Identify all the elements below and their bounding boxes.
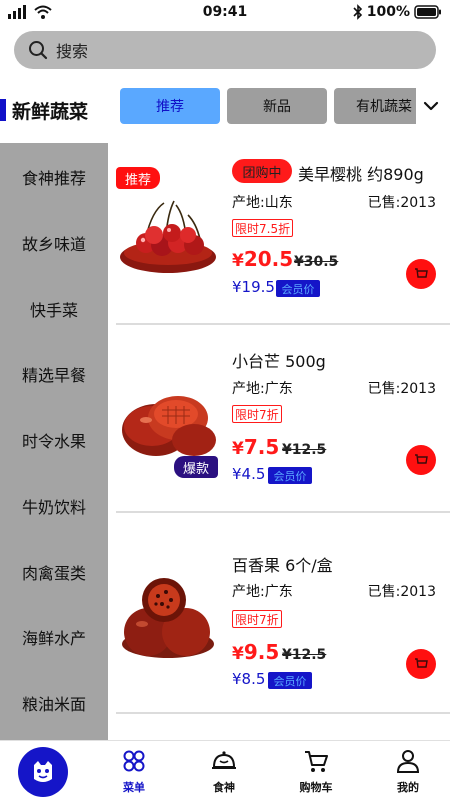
price-value: 20.5 [243, 247, 294, 271]
price-value: 7.5 [243, 435, 280, 459]
product-name[interactable]: 百香果 6个/盒 [232, 552, 333, 576]
nav-menu[interactable]: 菜单 [104, 749, 164, 795]
member-price: ¥4.5 [232, 465, 266, 483]
member-price: ¥19.5 [232, 278, 275, 296]
original-price: ¥12.5 [282, 442, 327, 458]
product-price: ¥20.5 [232, 247, 293, 271]
product-origin: 产地:广东 [232, 584, 293, 600]
sidebar-item-quick-dishes[interactable]: 快手菜 [0, 289, 108, 329]
sidebar-item-chef-picks[interactable]: 食神推荐 [0, 157, 108, 197]
member-price: ¥8.5 [232, 670, 266, 688]
tab-new[interactable]: 新品 [227, 88, 327, 124]
category-sidebar: 食神推荐 故乡味道 快手菜 精选早餐 时令水果 牛奶饮料 肉禽蛋类 海鲜水产 粮… [0, 143, 108, 740]
nav-cart[interactable]: 购物车 [286, 749, 346, 795]
sidebar-item-seafood[interactable]: 海鲜水产 [0, 617, 108, 657]
product-price: ¥7.5 [232, 435, 279, 459]
product-sold: 已售:2013 [367, 381, 436, 397]
add-to-cart-button[interactable] [406, 445, 436, 475]
product-card[interactable]: 推荐 团购中 美早樱桃 约890g 产地:山东 已售:2013 限时7.5折 ¥… [116, 155, 450, 335]
cart-icon [305, 751, 328, 772]
member-price-tag: 会员价 [268, 672, 312, 689]
sidebar-item-grain-oil[interactable]: 粮油米面 [0, 683, 108, 723]
tab-strip: 推荐 新品 有机蔬菜 [120, 88, 416, 124]
menu-grid-icon [123, 750, 145, 772]
divider [116, 511, 450, 513]
tab-recommended[interactable]: 推荐 [120, 88, 220, 124]
member-price-tag: 会员价 [268, 467, 312, 484]
product-card[interactable]: 百香果 6个/盒 产地:广东 已售:2013 限时7折 ¥9.5 ¥12.5 ¥… [116, 540, 450, 720]
bottom-nav: 菜单 食神 购物车 我的 [0, 740, 450, 800]
price-symbol: ¥ [232, 644, 244, 664]
original-price: ¥12.5 [282, 647, 327, 663]
passion-fruit-icon [122, 578, 214, 658]
sidebar-item-hometown[interactable]: 故乡味道 [0, 223, 108, 263]
cherry-icon [120, 200, 216, 273]
cart-icon [415, 268, 428, 278]
home-button[interactable] [18, 747, 68, 797]
status-right: 100% [353, 4, 442, 20]
sidebar-item-milk-drinks[interactable]: 牛奶饮料 [0, 486, 108, 526]
product-card[interactable]: 爆款 小台芒 500g 产地:广东 已售:2013 限时7折 ¥7.5 ¥12.… [116, 338, 450, 518]
product-name[interactable]: 小台芒 500g [232, 348, 326, 372]
product-name[interactable]: 美早樱桃 约890g [298, 161, 424, 185]
add-to-cart-button[interactable] [406, 649, 436, 679]
group-buy-tag: 团购中 [232, 159, 292, 183]
mascot-icon [34, 761, 52, 782]
product-origin: 产地:广东 [232, 381, 293, 397]
search-bar[interactable]: 搜索 [14, 31, 436, 69]
user-icon [396, 750, 420, 773]
product-sold: 已售:2013 [367, 584, 436, 600]
cart-icon [415, 454, 428, 464]
original-price: ¥30.5 [294, 254, 339, 270]
divider [116, 712, 450, 714]
bluetooth-icon [353, 4, 362, 20]
price-symbol: ¥ [232, 251, 244, 271]
sidebar-item-meat-eggs[interactable]: 肉禽蛋类 [0, 552, 108, 592]
divider [116, 323, 450, 325]
member-price-tag: 会员价 [276, 280, 320, 297]
battery-icon [414, 5, 441, 19]
discount-tag: 限时7.5折 [232, 219, 294, 237]
nav-label: 菜单 [123, 781, 145, 794]
mango-icon [122, 396, 216, 456]
product-price: ¥9.5 [232, 640, 279, 664]
sidebar-item-fruit[interactable]: 时令水果 [0, 420, 108, 460]
nav-label: 食神 [213, 781, 235, 794]
nav-chef[interactable]: 食神 [194, 749, 254, 795]
chevron-down-icon[interactable] [420, 96, 442, 116]
discount-tag: 限时7折 [232, 405, 282, 423]
product-sold: 已售:2013 [367, 195, 436, 211]
cloche-icon [212, 751, 236, 769]
search-icon [29, 41, 48, 60]
nav-label: 购物车 [299, 781, 333, 794]
price-value: 9.5 [243, 640, 280, 664]
category-accent-bar [0, 99, 6, 121]
recommend-badge: 推荐 [116, 167, 160, 189]
cart-icon [415, 658, 428, 668]
category-title: 新鲜蔬菜 [12, 101, 89, 123]
tab-organic[interactable]: 有机蔬菜 [334, 88, 416, 124]
nav-label: 我的 [397, 781, 419, 794]
battery-percent: 100% [366, 4, 410, 20]
product-origin: 产地:山东 [232, 195, 293, 211]
search-placeholder: 搜索 [56, 42, 89, 61]
hot-item-badge: 爆款 [174, 456, 218, 478]
status-bar: 09:41 100% [0, 0, 450, 26]
nav-profile[interactable]: 我的 [378, 749, 438, 795]
price-symbol: ¥ [232, 439, 244, 459]
discount-tag: 限时7折 [232, 610, 282, 628]
sidebar-item-breakfast[interactable]: 精选早餐 [0, 354, 108, 394]
add-to-cart-button[interactable] [406, 259, 436, 289]
